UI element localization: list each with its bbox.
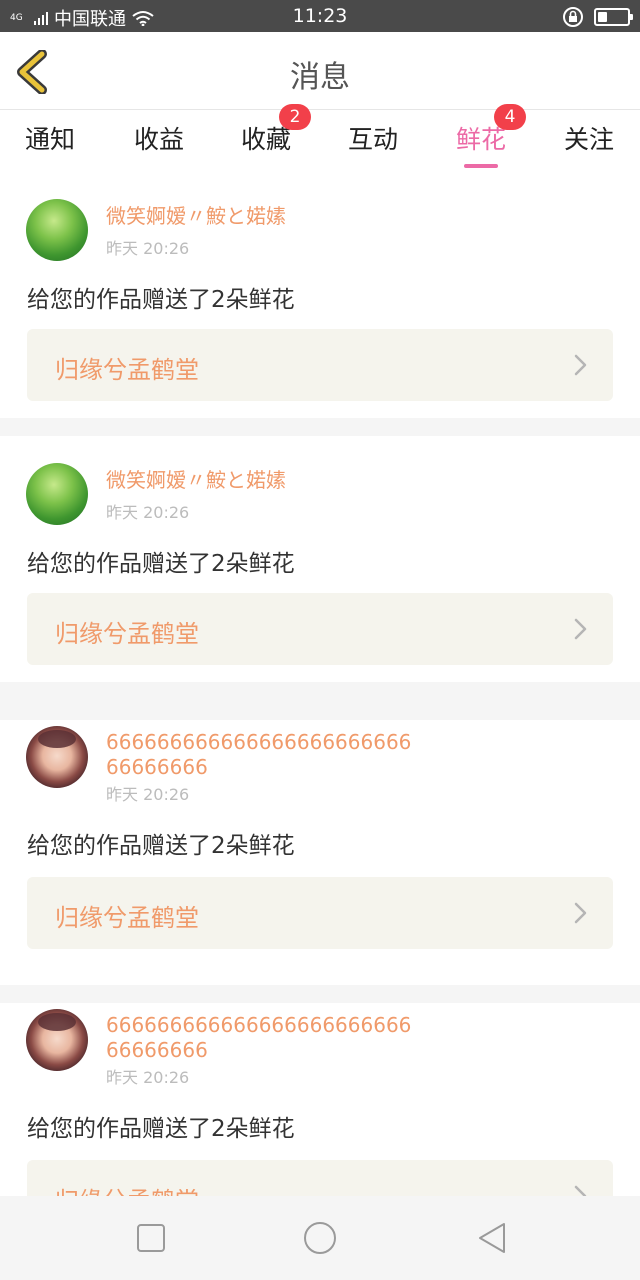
tab-badge: 2	[279, 104, 311, 130]
tab-label: 互动	[347, 125, 398, 154]
message-text: 给您的作品赠送了2朵鲜花	[27, 551, 295, 577]
work-link[interactable]: 归缘兮孟鹤堂	[27, 329, 613, 401]
chevron-right-icon	[574, 354, 587, 376]
chevron-right-icon	[574, 902, 587, 924]
work-title: 归缘兮孟鹤堂	[55, 1181, 199, 1196]
battery-icon	[594, 8, 633, 26]
tab-5[interactable]: 关注	[539, 120, 639, 156]
work-link[interactable]: 归缘兮孟鹤堂	[27, 1160, 613, 1196]
message-card: 666666666666666666666666 66666666 昨天 20:2…	[0, 720, 640, 985]
message-card: 微笑婀嫒〃鮟と婼嫊昨天 20:26 给您的作品赠送了2朵鲜花归缘兮孟鹤堂	[0, 172, 640, 418]
username[interactable]: 微笑婀嫒〃鮟と婼嫊	[106, 204, 286, 229]
avatar[interactable]	[26, 726, 88, 788]
avatar[interactable]	[26, 1009, 88, 1071]
work-link[interactable]: 归缘兮孟鹤堂	[27, 593, 613, 665]
recent-apps-button[interactable]	[129, 1216, 173, 1260]
message-card: 微笑婀嫒〃鮟と婼嫊昨天 20:26 给您的作品赠送了2朵鲜花归缘兮孟鹤堂	[0, 436, 640, 682]
message-card: 666666666666666666666666 66666666 昨天 20:2…	[0, 1003, 640, 1196]
timestamp: 昨天 20:26	[106, 1068, 190, 1087]
work-title: 归缘兮孟鹤堂	[55, 356, 199, 384]
work-link[interactable]: 归缘兮孟鹤堂	[27, 877, 613, 949]
username[interactable]: 666666666666666666666666 66666666	[106, 1013, 411, 1063]
tab-label: 收益	[133, 125, 184, 154]
back-button[interactable]	[470, 1216, 514, 1260]
username[interactable]: 微笑婀嫒〃鮟と婼嫊	[106, 468, 286, 493]
tab-2[interactable]: 收藏 2	[216, 104, 316, 156]
tab-4[interactable]: 鲜花 4	[431, 104, 531, 168]
tab-bar: 通知 收益 收藏 2 互动 鲜花 4 关注	[0, 104, 640, 172]
status-bar: 4G 中国联通 11:23	[0, 0, 640, 32]
timestamp: 昨天 20:26	[106, 239, 190, 258]
timestamp: 昨天 20:26	[106, 503, 190, 522]
tab-1[interactable]: 收益	[109, 120, 209, 156]
work-title: 归缘兮孟鹤堂	[55, 620, 199, 648]
username[interactable]: 666666666666666666666666 66666666	[106, 730, 411, 780]
timestamp: 昨天 20:26	[106, 785, 190, 804]
avatar[interactable]	[26, 199, 88, 261]
home-button[interactable]	[298, 1216, 342, 1260]
tab-3[interactable]: 互动	[323, 120, 423, 156]
message-text: 给您的作品赠送了2朵鲜花	[27, 833, 295, 859]
tab-0[interactable]: 通知	[0, 120, 100, 156]
rotation-lock-icon	[563, 7, 583, 27]
tab-label: 鲜花	[455, 125, 506, 154]
message-text: 给您的作品赠送了2朵鲜花	[27, 287, 295, 313]
message-list: 微笑婀嫒〃鮟と婼嫊 昨天 20:26 给您的作品赠送了2朵鲜花 归缘兮孟鹤堂 微笑婀嫒〃…	[0, 172, 640, 1196]
active-tab-indicator	[464, 164, 498, 168]
tab-label: 关注	[563, 125, 614, 154]
work-title: 归缘兮孟鹤堂	[55, 904, 199, 932]
tab-label: 收藏	[240, 125, 291, 154]
app-header: 消息	[0, 32, 640, 110]
system-nav-bar	[0, 1196, 640, 1280]
avatar[interactable]	[26, 463, 88, 525]
message-text: 给您的作品赠送了2朵鲜花	[27, 1116, 295, 1142]
tab-label: 通知	[24, 125, 75, 154]
tab-badge: 4	[494, 104, 526, 130]
chevron-right-icon	[574, 618, 587, 640]
clock: 11:23	[292, 5, 348, 27]
chevron-right-icon	[574, 1185, 587, 1196]
page-title: 消息	[290, 60, 350, 95]
